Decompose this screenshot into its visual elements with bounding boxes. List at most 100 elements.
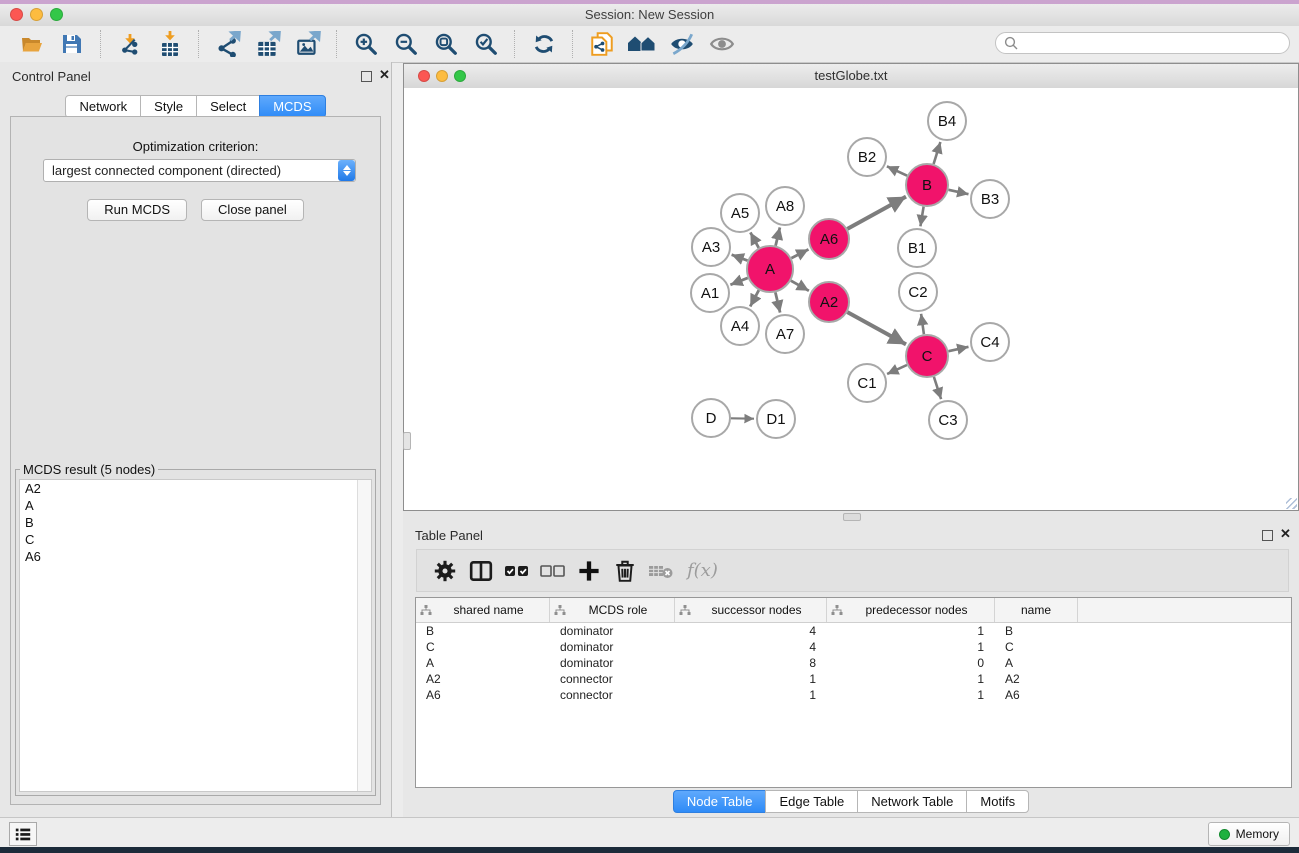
- export-network-button[interactable]: [208, 29, 248, 59]
- edge-A-A7[interactable]: [775, 292, 780, 312]
- duplicate-network-button[interactable]: [582, 29, 622, 59]
- edge-A-A2[interactable]: [791, 281, 809, 291]
- graph-node-C[interactable]: C: [906, 335, 948, 377]
- zoom-out-button[interactable]: [386, 29, 426, 59]
- graph-node-D[interactable]: D: [692, 399, 730, 437]
- edge-A-A3[interactable]: [732, 255, 748, 261]
- graph-node-A[interactable]: A: [747, 246, 793, 292]
- refresh-layout-button[interactable]: [524, 29, 564, 59]
- select-all-rows-button[interactable]: [503, 556, 531, 586]
- graph-node-C3[interactable]: C3: [929, 401, 967, 439]
- column-header-mcds_role[interactable]: MCDS role: [550, 598, 675, 622]
- graph-node-B2[interactable]: B2: [848, 138, 886, 176]
- graph-node-B4[interactable]: B4: [928, 102, 966, 140]
- mcds-result-item[interactable]: A: [20, 497, 371, 514]
- graph-node-D1[interactable]: D1: [757, 400, 795, 438]
- optimization-criterion-select[interactable]: largest connected component (directed): [43, 159, 356, 182]
- export-image-button[interactable]: [288, 29, 328, 59]
- mcds-result-list[interactable]: A2ABCA6: [19, 479, 372, 792]
- graph-node-B[interactable]: B: [906, 164, 948, 206]
- network-canvas[interactable]: B4B2BB3B1A5A8A6A3AA1A2A4A7C2C4CC1C3DD1: [404, 88, 1298, 510]
- edge-A-A1[interactable]: [730, 278, 747, 285]
- column-header-predecessor_nodes[interactable]: predecessor nodes: [827, 598, 995, 622]
- show-navigator-button[interactable]: [622, 29, 662, 59]
- mcds-result-item[interactable]: C: [20, 531, 371, 548]
- zoom-fit-button[interactable]: [426, 29, 466, 59]
- edge-A6-B[interactable]: [847, 197, 906, 229]
- splitter-grip-icon[interactable]: [843, 513, 861, 521]
- column-header-name[interactable]: name: [995, 598, 1078, 622]
- table-row-C[interactable]: Cdominator41C: [416, 639, 1291, 655]
- deselect-all-rows-button[interactable]: [539, 556, 567, 586]
- edge-C-C1[interactable]: [887, 365, 907, 374]
- graph-node-A4[interactable]: A4: [721, 307, 759, 345]
- edge-A-A8[interactable]: [776, 227, 780, 245]
- graph-node-A5[interactable]: A5: [721, 194, 759, 232]
- show-all-button[interactable]: [702, 29, 742, 59]
- run-mcds-button[interactable]: Run MCDS: [87, 199, 187, 221]
- close-panel-button[interactable]: Close panel: [201, 199, 304, 221]
- edge-A-A5[interactable]: [750, 232, 758, 247]
- resize-grip-icon[interactable]: [1286, 498, 1297, 509]
- table-row-A2[interactable]: A2connector11A2: [416, 671, 1291, 687]
- splitter-grip-icon[interactable]: [403, 432, 411, 450]
- tab-style[interactable]: Style: [140, 95, 197, 118]
- graph-node-C2[interactable]: C2: [899, 273, 937, 311]
- mcds-result-item[interactable]: A6: [20, 548, 371, 565]
- graph-node-A2[interactable]: A2: [809, 282, 849, 322]
- graph-node-A1[interactable]: A1: [691, 274, 729, 312]
- horizontal-splitter[interactable]: [403, 511, 1299, 521]
- search-box[interactable]: [995, 32, 1290, 54]
- graph-node-C4[interactable]: C4: [971, 323, 1009, 361]
- float-table-panel-icon[interactable]: [1262, 530, 1273, 541]
- tab-edge-table[interactable]: Edge Table: [765, 790, 858, 813]
- search-input[interactable]: [1023, 34, 1289, 52]
- tab-motifs[interactable]: Motifs: [966, 790, 1029, 813]
- tab-select[interactable]: Select: [196, 95, 260, 118]
- mcds-result-item[interactable]: B: [20, 514, 371, 531]
- delete-table-button[interactable]: [647, 556, 675, 586]
- save-session-button[interactable]: [52, 29, 92, 59]
- import-network-button[interactable]: [110, 29, 150, 59]
- float-panel-icon[interactable]: [361, 71, 372, 82]
- edge-A2-C[interactable]: [847, 312, 906, 344]
- column-header-successor_nodes[interactable]: successor nodes: [675, 598, 827, 622]
- split-view-button[interactable]: [467, 556, 495, 586]
- edge-C-C2[interactable]: [921, 314, 924, 334]
- table-settings-button[interactable]: [431, 556, 459, 586]
- graph-node-A6[interactable]: A6: [809, 219, 849, 259]
- task-history-button[interactable]: [9, 822, 37, 846]
- edge-A-A4[interactable]: [750, 290, 759, 306]
- close-panel-icon[interactable]: ✕: [379, 68, 390, 82]
- graph-node-A8[interactable]: A8: [766, 187, 804, 225]
- mcds-result-item[interactable]: A2: [20, 480, 371, 497]
- tab-network[interactable]: Network: [65, 95, 141, 118]
- network-window-titlebar[interactable]: testGlobe.txt: [404, 64, 1298, 89]
- edge-B-B3[interactable]: [949, 190, 969, 194]
- graph-node-C1[interactable]: C1: [848, 364, 886, 402]
- table-row-A[interactable]: Adominator80A: [416, 655, 1291, 671]
- result-scrollbar[interactable]: [357, 480, 371, 791]
- edge-C-C4[interactable]: [949, 347, 969, 351]
- edge-B-B4[interactable]: [934, 142, 941, 164]
- edge-B-B1[interactable]: [920, 207, 923, 227]
- export-table-button[interactable]: [248, 29, 288, 59]
- import-table-button[interactable]: [150, 29, 190, 59]
- zoom-selected-button[interactable]: [466, 29, 506, 59]
- graph-node-A7[interactable]: A7: [766, 315, 804, 353]
- memory-button[interactable]: Memory: [1208, 822, 1290, 846]
- zoom-in-button[interactable]: [346, 29, 386, 59]
- table-row-A6[interactable]: A6connector11A6: [416, 687, 1291, 703]
- add-column-button[interactable]: [575, 556, 603, 586]
- tab-mcds[interactable]: MCDS: [259, 95, 325, 118]
- tab-network-table[interactable]: Network Table: [857, 790, 967, 813]
- hide-selected-button[interactable]: [662, 29, 702, 59]
- open-file-button[interactable]: [12, 29, 52, 59]
- table-row-B[interactable]: Bdominator41B: [416, 623, 1291, 639]
- edge-B-B2[interactable]: [887, 166, 907, 175]
- function-builder-button[interactable]: f(x): [683, 556, 718, 586]
- column-header-shared_name[interactable]: shared name: [416, 598, 550, 622]
- tab-node-table[interactable]: Node Table: [673, 790, 767, 813]
- delete-column-button[interactable]: [611, 556, 639, 586]
- close-table-panel-icon[interactable]: ✕: [1280, 527, 1291, 541]
